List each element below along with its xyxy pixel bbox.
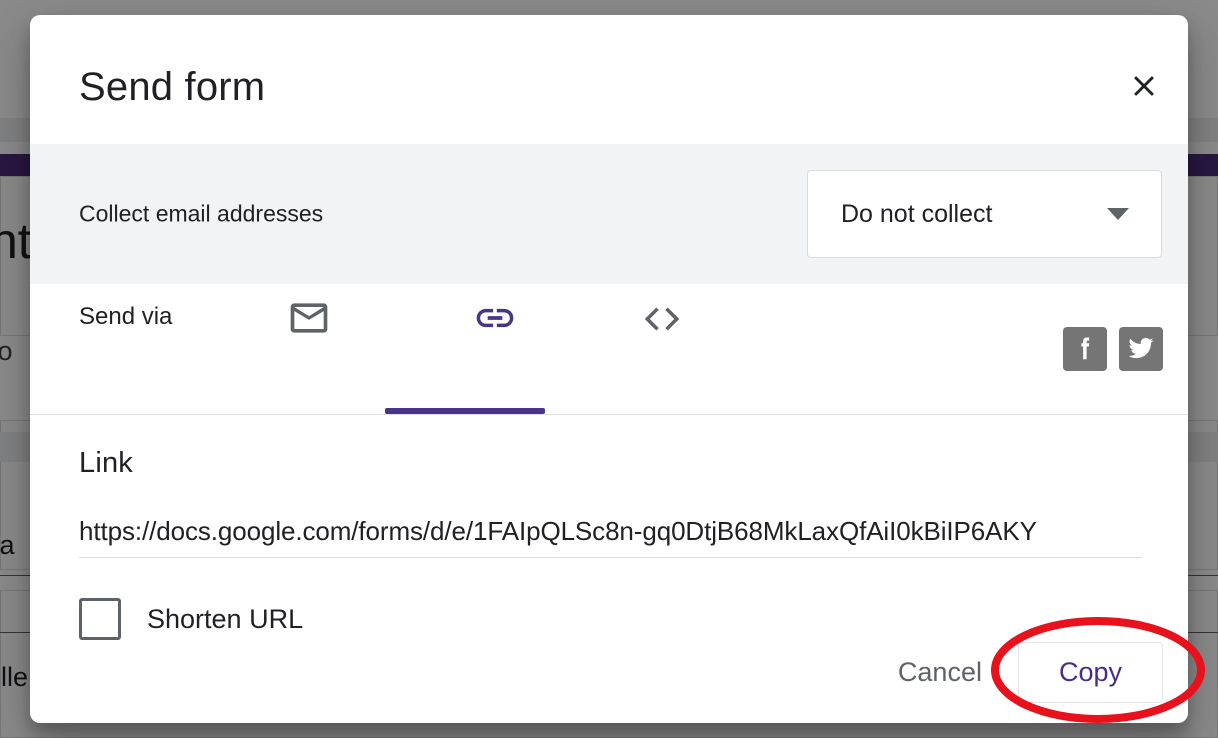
shorten-url-row[interactable]: Shorten URL xyxy=(79,598,303,640)
send-via-row: Send via xyxy=(30,284,1188,415)
close-icon[interactable] xyxy=(1120,62,1168,110)
embed-code-icon xyxy=(639,296,685,345)
tab-send-via-embed[interactable] xyxy=(622,284,702,414)
facebook-share-button[interactable] xyxy=(1063,327,1107,371)
collect-email-selected-value: Do not collect xyxy=(841,199,993,228)
send-form-dialog: Send form Collect email addresses Do not… xyxy=(30,15,1188,723)
shorten-url-label: Shorten URL xyxy=(147,603,304,634)
link-heading: Link xyxy=(79,447,133,479)
link-icon xyxy=(473,296,517,343)
email-icon xyxy=(287,296,331,343)
dialog-header: Send form xyxy=(30,15,1188,144)
collect-email-row: Collect email addresses Do not collect xyxy=(30,144,1188,284)
twitter-icon xyxy=(1126,333,1156,366)
send-via-label: Send via xyxy=(79,303,173,330)
chevron-down-icon xyxy=(1107,208,1129,220)
cancel-button[interactable]: Cancel xyxy=(880,643,1000,702)
copy-button[interactable]: Copy xyxy=(1017,642,1163,703)
dialog-actions: Cancel Copy xyxy=(880,642,1163,703)
form-link-input[interactable] xyxy=(79,506,1142,558)
tab-send-via-link[interactable] xyxy=(455,284,535,414)
tab-send-via-email[interactable] xyxy=(269,284,349,414)
collect-email-label: Collect email addresses xyxy=(79,200,324,227)
twitter-share-button[interactable] xyxy=(1119,327,1163,371)
social-share-group xyxy=(1063,327,1163,371)
active-tab-indicator xyxy=(385,408,545,414)
dialog-title: Send form xyxy=(79,65,266,109)
collect-email-select[interactable]: Do not collect xyxy=(807,170,1162,258)
facebook-icon xyxy=(1070,333,1100,366)
shorten-url-checkbox[interactable] xyxy=(79,598,121,640)
